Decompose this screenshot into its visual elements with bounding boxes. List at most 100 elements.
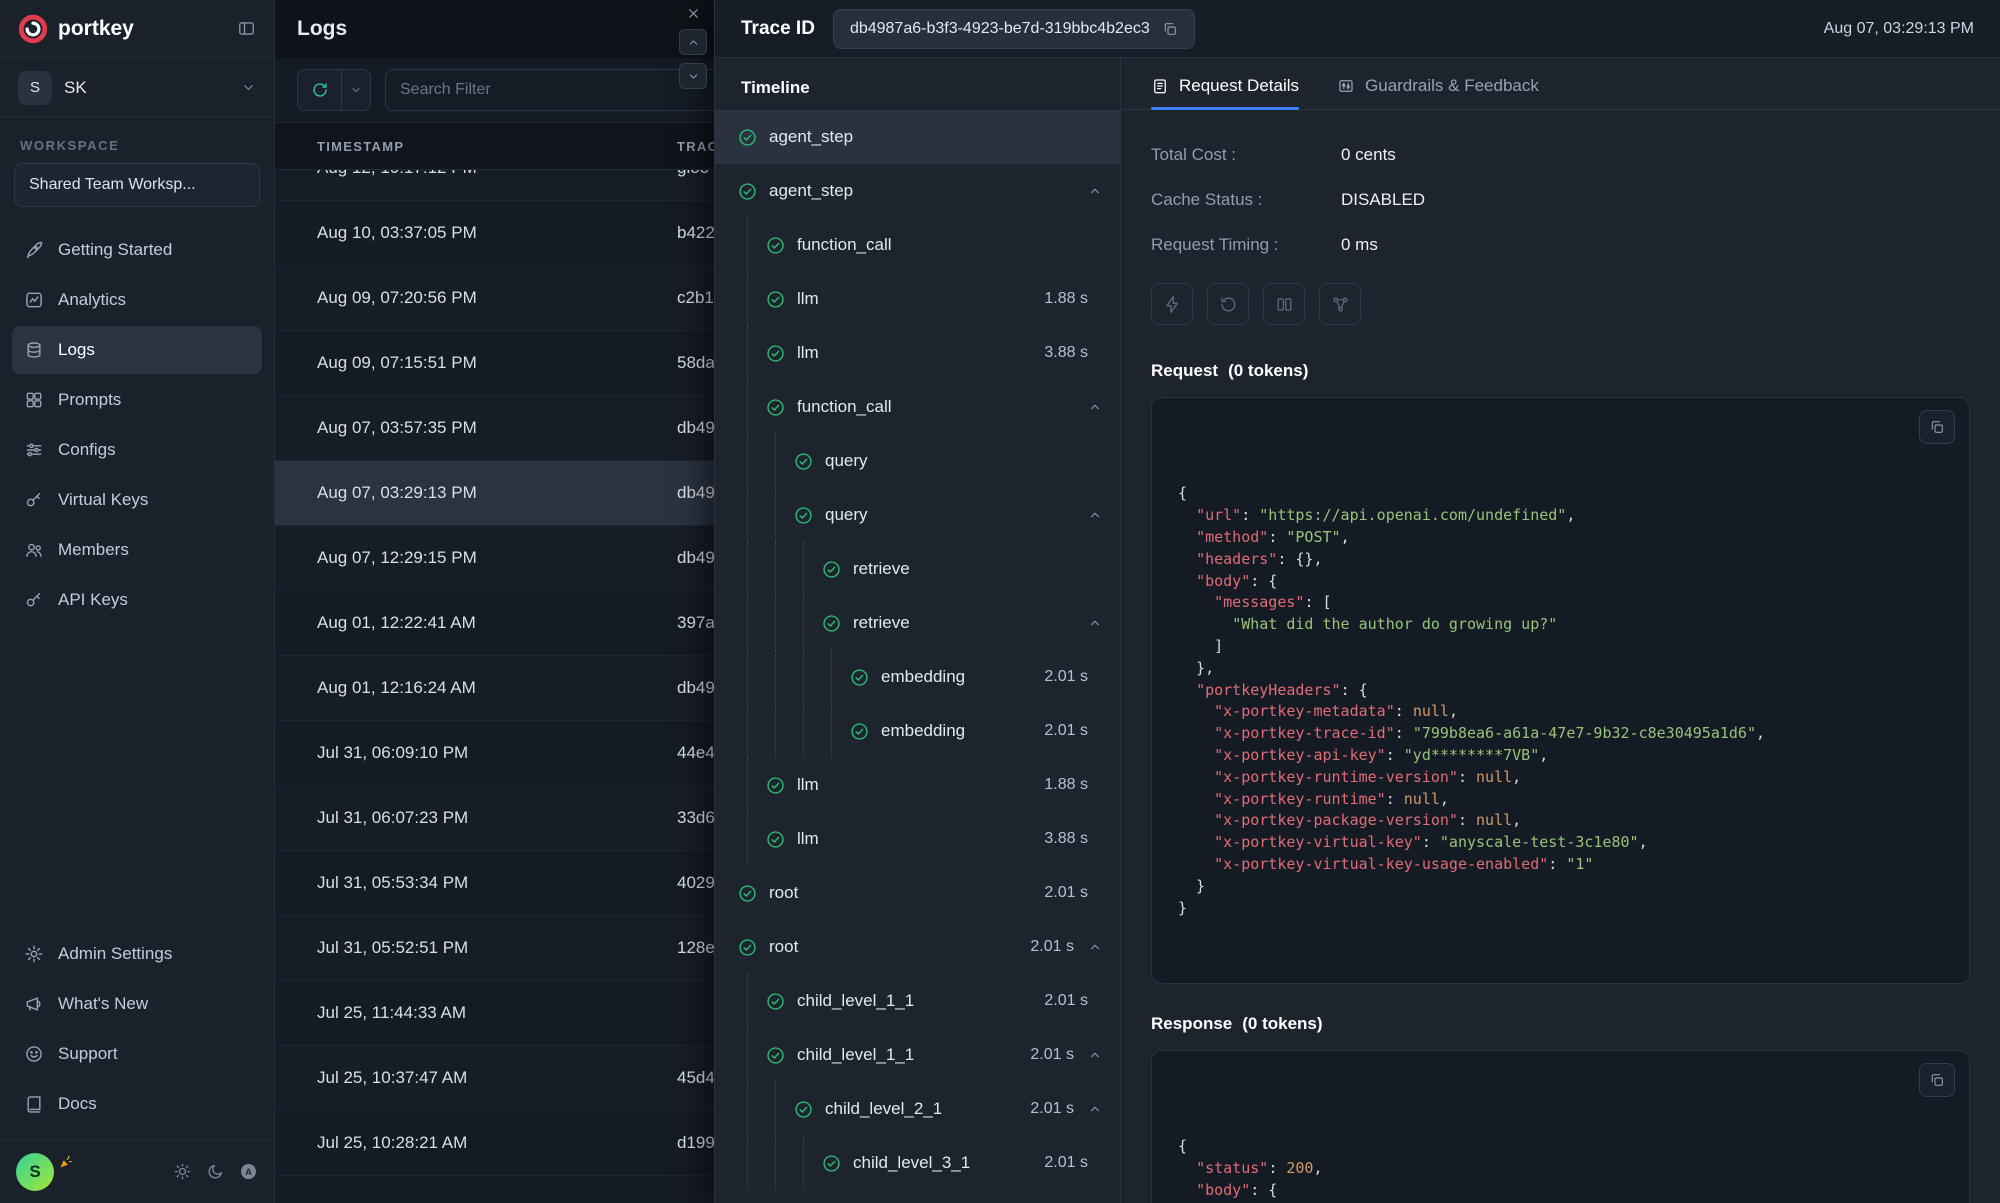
graph-button[interactable] bbox=[1319, 283, 1361, 325]
sidebar-item-api-keys[interactable]: API Keys bbox=[12, 576, 262, 624]
copy-request-button[interactable] bbox=[1919, 410, 1955, 444]
sidebar-item-label: API Keys bbox=[58, 590, 128, 609]
retry-button[interactable] bbox=[1207, 283, 1249, 325]
megaphone-icon bbox=[24, 994, 44, 1014]
chevron-up-icon[interactable] bbox=[1088, 1102, 1102, 1116]
org-switcher[interactable]: S SK bbox=[0, 58, 274, 118]
timeline-node-duration: 2.01 s bbox=[1044, 1154, 1088, 1171]
chevron-up-icon[interactable] bbox=[1088, 184, 1102, 198]
tree-guide bbox=[747, 812, 775, 866]
check-circle-icon bbox=[737, 883, 758, 904]
main-area: Logs TIMESTAMP TRACE ID Aug 12, 10:17:12… bbox=[275, 0, 2000, 1203]
chevron-up-icon[interactable] bbox=[1088, 940, 1102, 954]
response-json: { "status": 200, "body": { "agent_chat_r… bbox=[1151, 1049, 1970, 1203]
sidebar-item-what-s-new[interactable]: What's New bbox=[12, 980, 262, 1028]
sidebar-item-prompts[interactable]: Prompts bbox=[12, 376, 262, 424]
sidebar-item-label: Docs bbox=[58, 1094, 97, 1113]
tab-request-details[interactable]: Request Details bbox=[1151, 76, 1300, 110]
timeline-node-agent-step[interactable]: agent_step bbox=[715, 164, 1120, 218]
refresh-options-button[interactable] bbox=[342, 70, 370, 110]
auto-theme-icon[interactable]: A bbox=[239, 1162, 258, 1181]
prompts-icon bbox=[24, 390, 44, 410]
sidebar-item-getting-started[interactable]: Getting Started bbox=[12, 226, 262, 274]
sidebar-item-support[interactable]: Support bbox=[12, 1030, 262, 1078]
org-name: SK bbox=[64, 77, 87, 97]
sidebar-item-admin-settings[interactable]: Admin Settings bbox=[12, 930, 262, 978]
user-avatar[interactable]: S bbox=[16, 1152, 54, 1191]
refresh-group bbox=[297, 69, 371, 111]
check-circle-icon bbox=[737, 127, 758, 148]
timeline-node-llm[interactable]: llm 3.88 s bbox=[715, 812, 1120, 866]
chevron-up-icon[interactable] bbox=[1088, 400, 1102, 414]
timeline-node-label: llm bbox=[797, 343, 819, 362]
timeline-node-duration: 2.01 s bbox=[1030, 938, 1074, 955]
tree-guide bbox=[747, 758, 775, 812]
sidebar-item-label: Configs bbox=[58, 440, 116, 459]
tree-guide bbox=[803, 1136, 831, 1190]
chevron-up-icon[interactable] bbox=[1088, 508, 1102, 522]
tree-guide bbox=[775, 596, 803, 650]
timeline-node-label: retrieve bbox=[853, 559, 910, 578]
chevron-up-icon[interactable] bbox=[1088, 616, 1102, 630]
tree-guide bbox=[775, 1082, 803, 1136]
brand-row: portkey bbox=[0, 0, 274, 58]
timeline-node-child-level-1-1[interactable]: child_level_1_1 2.01 s bbox=[715, 974, 1120, 1028]
panel-collapse-icon[interactable] bbox=[237, 19, 256, 38]
timeline-node-root[interactable]: root 2.01 s bbox=[715, 866, 1120, 920]
compare-button[interactable] bbox=[1263, 283, 1305, 325]
chevron-down-icon[interactable] bbox=[241, 80, 256, 95]
timeline-node-llm[interactable]: llm 1.88 s bbox=[715, 272, 1120, 326]
cell-timestamp: Aug 09, 07:20:56 PM bbox=[317, 288, 477, 307]
sidebar-item-docs[interactable]: Docs bbox=[12, 1080, 262, 1128]
timeline-node-child-level-3-1[interactable]: child_level_3_1 2.01 s bbox=[715, 1136, 1120, 1190]
tree-guide bbox=[775, 488, 803, 542]
prev-trace-button[interactable] bbox=[679, 29, 707, 55]
sidebar-item-virtual-keys[interactable]: Virtual Keys bbox=[12, 476, 262, 524]
timeline-node-root[interactable]: root 2.01 s bbox=[715, 920, 1120, 974]
bolt-button[interactable] bbox=[1151, 283, 1193, 325]
timeline-node-retrieve[interactable]: retrieve bbox=[715, 542, 1120, 596]
sidebar-item-label: Getting Started bbox=[58, 240, 173, 259]
tree-guide bbox=[747, 596, 775, 650]
moon-icon[interactable] bbox=[206, 1162, 225, 1181]
sun-icon[interactable] bbox=[173, 1162, 192, 1181]
sidebar-item-configs[interactable]: Configs bbox=[12, 426, 262, 474]
timeline-node-label: agent_step bbox=[769, 181, 854, 200]
copy-icon[interactable] bbox=[1162, 21, 1178, 37]
cell-trace-id: 4029 bbox=[677, 873, 715, 892]
copy-response-button[interactable] bbox=[1919, 1062, 1955, 1097]
timeline-tree: agent_step agent_step function_call llm … bbox=[715, 110, 1120, 1203]
cell-trace-id: c2b1 bbox=[677, 288, 714, 307]
timeline-node-query[interactable]: query bbox=[715, 488, 1120, 542]
workspace-selector[interactable]: Shared Team Worksp... bbox=[14, 163, 260, 207]
timeline-title: Timeline bbox=[741, 78, 810, 97]
trace-panel: Trace ID db4987a6-b3f3-4923-be7d-319bbc4… bbox=[679, 0, 2000, 1203]
timeline-node-child-level-2-1[interactable]: child_level_2_1 2.01 s bbox=[715, 1082, 1120, 1136]
log-actions bbox=[1151, 283, 1970, 325]
timeline-node-label: child_level_2_1 bbox=[825, 1099, 943, 1118]
timeline-node-embedding[interactable]: embedding 2.01 s bbox=[715, 650, 1120, 704]
timeline-node-agent-step[interactable]: agent_step bbox=[715, 110, 1120, 164]
gear-icon bbox=[24, 944, 44, 964]
timeline-node-child-level-1-1[interactable]: child_level_1_1 2.01 s bbox=[715, 1028, 1120, 1082]
tree-guide bbox=[803, 596, 831, 650]
sidebar-item-analytics[interactable]: Analytics bbox=[12, 276, 262, 324]
timeline-node-embedding[interactable]: embedding 2.01 s bbox=[715, 704, 1120, 758]
sidebar-item-logs[interactable]: Logs bbox=[12, 326, 262, 374]
timeline-node-duration: 1.88 s bbox=[1044, 776, 1088, 793]
timeline-node-function-call[interactable]: function_call bbox=[715, 218, 1120, 272]
chevron-up-icon[interactable] bbox=[1088, 1048, 1102, 1062]
tree-guide bbox=[775, 1136, 803, 1190]
timeline-node-llm[interactable]: llm 3.88 s bbox=[715, 326, 1120, 380]
sidebar-item-members[interactable]: Members bbox=[12, 526, 262, 574]
tab-guardrails-feedback[interactable]: Guardrails & Feedback bbox=[1337, 76, 1539, 109]
timeline-node-retrieve[interactable]: retrieve bbox=[715, 596, 1120, 650]
timeline-node-label: function_call bbox=[797, 235, 892, 254]
timeline-node-label: function_call bbox=[797, 397, 892, 416]
timeline-node-query[interactable]: query bbox=[715, 434, 1120, 488]
timeline-node-llm[interactable]: llm 1.88 s bbox=[715, 758, 1120, 812]
refresh-button[interactable] bbox=[298, 70, 342, 110]
close-icon[interactable] bbox=[686, 6, 701, 21]
timeline-node-function-call[interactable]: function_call bbox=[715, 380, 1120, 434]
next-trace-button[interactable] bbox=[679, 63, 707, 89]
